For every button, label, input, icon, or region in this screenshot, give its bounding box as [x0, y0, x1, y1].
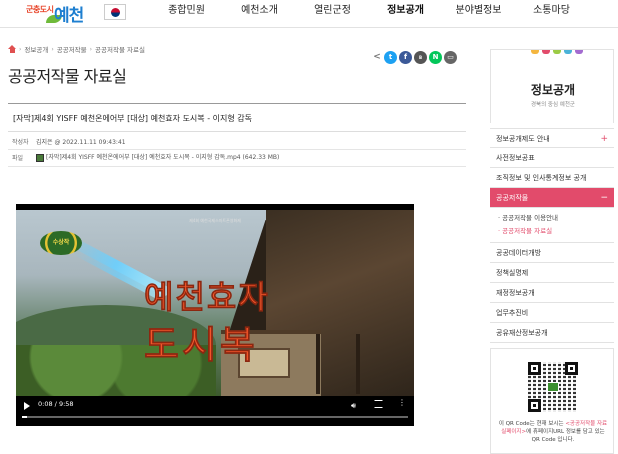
- share-icon[interactable]: <: [372, 51, 382, 64]
- sidebar-item-expense[interactable]: 업무추진비: [490, 303, 614, 323]
- video-title-line1: 예천효자: [144, 278, 270, 317]
- nav-item-info[interactable]: 정보공개: [369, 0, 442, 28]
- nav-item-admin[interactable]: 열린군정: [296, 0, 369, 28]
- main-nav: 종합민원 예천소개 열린군정 정보공개 분야별정보 소통마당: [150, 0, 588, 28]
- facebook-icon[interactable]: f: [399, 51, 412, 64]
- file-link[interactable]: [자막]제4회 YISFF 예천온에어부 [대상] 예천효자 도시복 - 이지형…: [30, 152, 279, 162]
- nav-item-field[interactable]: 분야별정보: [442, 0, 515, 28]
- divider: [8, 166, 466, 167]
- file-name: [자막]제4회 YISFF 예천온에어부 [대상] 예천효자 도시복 - 이지형…: [46, 154, 280, 162]
- divider: [8, 103, 466, 104]
- play-icon[interactable]: [24, 402, 30, 410]
- chevron-right-icon: ›: [89, 45, 93, 53]
- author-label: 작성자: [12, 138, 29, 146]
- more-options-icon[interactable]: ⋮: [398, 399, 406, 407]
- sidebar-submenu: 공공저작물 이용안내 공공저작물 자료실: [490, 208, 614, 243]
- breadcrumb-item[interactable]: 공공저작물 자료실: [95, 44, 145, 54]
- nav-item-civil[interactable]: 종합민원: [150, 0, 223, 28]
- sidebar-item-finance[interactable]: 재정정보공개: [490, 283, 614, 303]
- sidebar-item-property[interactable]: 공유재산정보공개: [490, 323, 614, 343]
- decor-dots: [531, 50, 583, 54]
- sidebar-subitem-guide[interactable]: 공공저작물 이용안내: [498, 212, 614, 225]
- video-frame: 제4회 예천국제스마트폰영화제 수상작 예천효자 도시복: [16, 210, 414, 396]
- author-value: 김지은 @ 2022.11.11 09:43:41: [36, 138, 126, 146]
- sidebar-item-prior[interactable]: 사전정보공표: [490, 148, 614, 168]
- sidebar-item-works[interactable]: 공공저작물 −: [490, 188, 614, 208]
- video-title-line2: 도시복: [144, 323, 258, 368]
- qr-code-box: 이 QR Code는 현재 보시는 <공공저작물 자료실페이지>에 휴페이지UR…: [490, 348, 614, 454]
- sidebar-subitem-archive[interactable]: 공공저작물 자료실: [498, 225, 614, 238]
- video-caption: 제4회 예천국제스마트폰영화제: [189, 218, 241, 223]
- file-row: 파일 [자막]제4회 YISFF 예천온에어부 [대상] 예천효자 도시복 - …: [8, 149, 279, 165]
- divider: [8, 131, 466, 132]
- korea-flag-icon[interactable]: [104, 4, 126, 20]
- page-title: 공공저작물 자료실: [8, 67, 127, 86]
- nav-item-comm[interactable]: 소통마당: [515, 0, 588, 28]
- chevron-right-icon: ›: [19, 45, 22, 53]
- chevron-right-icon: ›: [51, 45, 54, 53]
- breadcrumb: › 정보공개 › 공공저작물 › 공공저작물 자료실: [8, 44, 145, 54]
- sidebar-item-system[interactable]: 정보공개제도 안내 +: [490, 128, 614, 148]
- share-bar: < t f B N ▭: [372, 51, 457, 64]
- qr-description: 이 QR Code는 현재 보시는 <공공저작물 자료실페이지>에 휴페이지UR…: [498, 421, 608, 443]
- video-progress-bar[interactable]: [22, 416, 408, 418]
- sidebar-item-policy[interactable]: 정책실명제: [490, 263, 614, 283]
- fullscreen-icon[interactable]: [374, 400, 383, 408]
- site-logo[interactable]: 군충도시 예천: [20, 1, 96, 27]
- plus-icon: +: [600, 134, 608, 144]
- file-label: 파일: [12, 154, 24, 162]
- naver-icon[interactable]: N: [429, 51, 442, 64]
- sidebar-item-org[interactable]: 조직정보 및 인사통계정보 공개: [490, 168, 614, 188]
- video-progress-fill: [22, 416, 28, 418]
- volume-icon[interactable]: 🔊︎: [351, 401, 356, 411]
- video-controls: 0:08 / 9:58 🔊︎ ⋮: [16, 396, 414, 426]
- video-player[interactable]: 제4회 예천국제스마트폰영화제 수상작 예천효자 도시복 0:08 / 9:58…: [16, 204, 414, 426]
- sidebar-title: 정보공개: [530, 83, 576, 97]
- award-badge: 수상작: [40, 231, 82, 255]
- sidebar-item-opendata[interactable]: 공공데이터개방: [490, 243, 614, 263]
- sidebar-subtitle: 경북의 중심 예천군: [531, 102, 575, 108]
- breadcrumb-item[interactable]: 공공저작물: [57, 44, 87, 54]
- logo-tagline: 군충도시: [26, 5, 54, 14]
- author-row: 작성자 김지은 @ 2022.11.11 09:43:41: [8, 133, 126, 149]
- video-time: 0:08 / 9:58: [38, 400, 74, 408]
- breadcrumb-item[interactable]: 정보공개: [24, 44, 48, 54]
- band-icon[interactable]: B: [414, 51, 427, 64]
- sidebar-menu: 정보공개제도 안내 + 사전정보공표 조직정보 및 인사통계정보 공개 공공저작물…: [490, 128, 614, 343]
- nav-item-intro[interactable]: 예천소개: [223, 0, 296, 28]
- site-header: 군충도시 예천 종합민원 예천소개 열린군정 정보공개 분야별정보 소통마당: [0, 0, 618, 28]
- post-title: [자막]제4회 YISFF 예천온에어부 [대상] 예천효자 도시복 - 이지형…: [13, 114, 252, 123]
- minus-icon: −: [600, 193, 608, 203]
- print-icon[interactable]: ▭: [444, 51, 457, 64]
- logo-text: 예천: [54, 6, 84, 26]
- home-icon[interactable]: [8, 45, 16, 53]
- video-file-icon: [36, 153, 44, 162]
- sidebar-header: 정보공개 경북의 중심 예천군: [490, 49, 614, 123]
- twitter-icon[interactable]: t: [384, 51, 397, 64]
